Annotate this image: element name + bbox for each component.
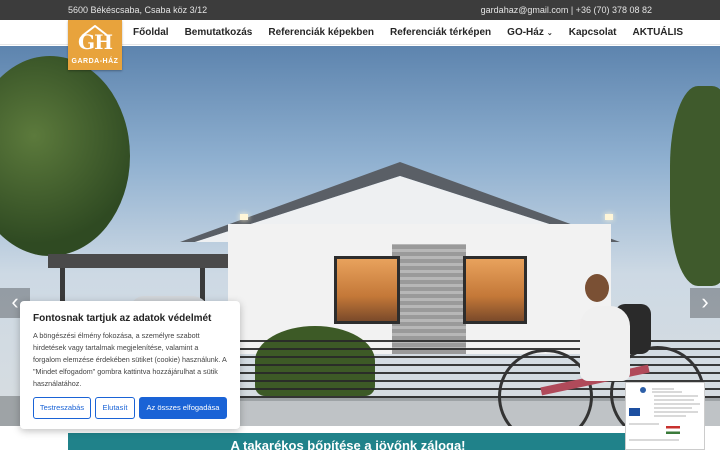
hungary-flag-icon: [666, 426, 680, 434]
nav-item-aktualis[interactable]: AKTUÁLIS: [633, 20, 684, 45]
nav-item-bemutatkozas[interactable]: Bemutatkozás: [185, 20, 253, 45]
slogan-banner: A takarékos bőpítése a jövőnk záloga!: [68, 433, 628, 450]
top-info-bar: 5600 Békéscsaba, Csaba köz 3/12 gardahaz…: [0, 0, 720, 20]
nav-item-kapcsolat[interactable]: Kapcsolat: [569, 20, 617, 45]
cookie-text: A böngészési élmény fokozása, a személyr…: [33, 331, 227, 388]
cookie-consent-dialog: Fontosnak tartjuk az adatok védelmét A b…: [20, 301, 240, 429]
reject-button[interactable]: Elutasít: [95, 397, 135, 419]
accept-all-button[interactable]: Az összes elfogadása: [139, 397, 227, 419]
slider-next-button[interactable]: ›: [690, 288, 720, 318]
chevron-right-icon: ›: [701, 289, 709, 314]
nav-item-referenciak-terkepen[interactable]: Referenciák térképen: [390, 20, 491, 45]
eu-flag-icon: [629, 408, 640, 416]
address-text: 5600 Békéscsaba, Csaba köz 3/12: [68, 5, 208, 15]
hungary-logo-icon: [640, 387, 646, 393]
nav-item-referenciak-kepekben[interactable]: Referenciák képekben: [268, 20, 374, 45]
logo-monogram: GH: [78, 30, 113, 54]
chevron-down-icon: ⌄: [546, 30, 553, 37]
contact-text[interactable]: gardahaz@gmail.com | +36 (70) 378 08 82: [481, 5, 652, 15]
nav-item-go-haz[interactable]: GO-Ház ⌄: [507, 20, 553, 45]
chevron-left-icon: ‹: [11, 289, 19, 314]
customize-button[interactable]: Testreszabás: [33, 397, 91, 419]
cookie-title: Fontosnak tartjuk az adatok védelmét: [33, 313, 212, 324]
eu-funding-badge[interactable]: [625, 382, 705, 450]
nav-item-go-haz-label: GO-Ház: [507, 27, 544, 38]
nav-item-fooldal[interactable]: Főoldal: [133, 20, 169, 45]
main-navigation: GH GARDA-HÁZ Főoldal Bemutatkozás Refere…: [0, 20, 720, 70]
logo-name: GARDA-HÁZ: [71, 58, 119, 65]
menu: Főoldal Bemutatkozás Referenciák képekbe…: [133, 20, 699, 45]
site-logo[interactable]: GH GARDA-HÁZ: [68, 20, 122, 70]
